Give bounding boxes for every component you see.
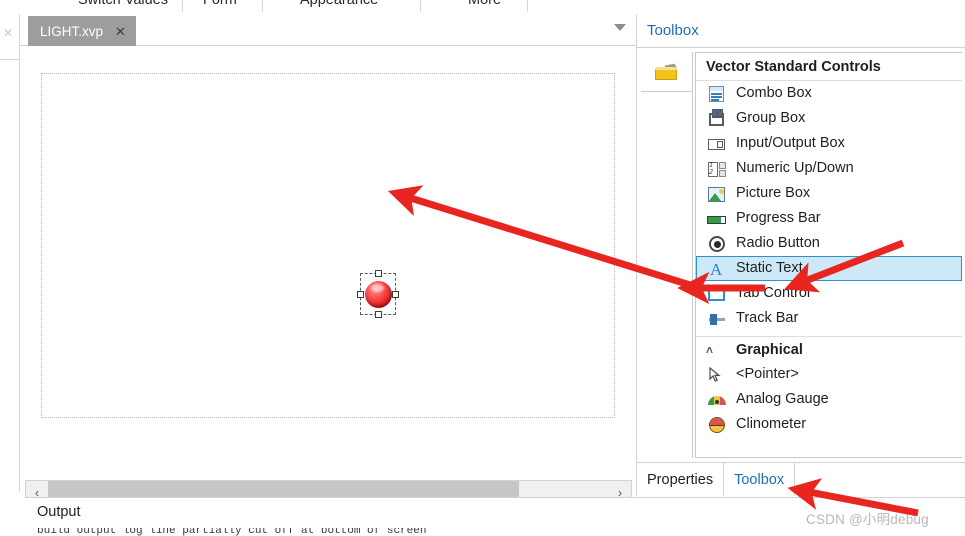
toolbox-item-input-output-box[interactable]: Input/Output Box xyxy=(696,131,962,156)
combo-box-icon xyxy=(706,85,728,103)
ribbon-strip: Switch Values Form Appearance More xyxy=(0,0,965,14)
static-text-icon: A xyxy=(710,259,723,279)
toolbox-item-label: Combo Box xyxy=(736,85,812,102)
toolbox-item-group-box[interactable]: XY Group Box xyxy=(696,106,962,131)
toolbox-icon xyxy=(654,62,680,82)
toolbox-item-label: Numeric Up/Down xyxy=(736,160,854,177)
toolbox-item-list[interactable]: Vector Standard Controls Combo Box XY Gr… xyxy=(695,52,962,458)
toolbox-item-label: Input/Output Box xyxy=(736,135,845,152)
ribbon-item-more[interactable]: More xyxy=(468,0,501,8)
toolbox-dock-body: Vector Standard Controls Combo Box XY Gr… xyxy=(637,48,965,462)
resize-handle-bottom[interactable] xyxy=(375,311,382,318)
toolbox-item-label: Tab Control xyxy=(736,285,811,302)
tab-control-icon xyxy=(706,285,728,303)
clinometer-icon xyxy=(706,416,728,434)
toolbox-dock-title: Toolbox xyxy=(647,22,699,39)
toolbox-item-label: Analog Gauge xyxy=(736,391,829,408)
ribbon-item-appearance[interactable]: Appearance xyxy=(300,0,378,8)
track-bar-icon xyxy=(706,310,728,328)
tab-toolbox[interactable]: Toolbox xyxy=(724,463,796,496)
left-dock-strip: ✕ xyxy=(0,14,20,492)
ribbon-separator xyxy=(420,0,421,12)
toolbox-vertical-tab[interactable] xyxy=(641,52,692,92)
watermark: CSDN @小明debug xyxy=(806,512,929,527)
tab-properties[interactable]: Properties xyxy=(637,463,725,496)
group-box-icon: XY xyxy=(706,108,728,128)
toolbox-item-label: Progress Bar xyxy=(736,210,821,227)
input-output-box-icon xyxy=(706,135,728,153)
editor-region: ✕ LIGHT.xvp ✕ ‹ › xyxy=(0,14,636,506)
ribbon-separator xyxy=(262,0,263,12)
toolbox-item-clinometer[interactable]: Clinometer xyxy=(696,412,962,437)
toolbox-item-numeric-up-down[interactable]: 12 Numeric Up/Down xyxy=(696,156,962,181)
left-strip-divider xyxy=(0,59,20,60)
toolbox-item-label: Picture Box xyxy=(736,185,811,202)
toolbox-item-radio-button[interactable]: Radio Button xyxy=(696,231,962,256)
ribbon-item-form[interactable]: Form xyxy=(203,0,237,8)
numeric-up-down-icon: 12 xyxy=(706,160,728,178)
resize-handle-left[interactable] xyxy=(357,291,364,298)
toolbox-vertical-tab-column xyxy=(641,52,693,458)
chevron-down-icon[interactable] xyxy=(614,24,626,31)
left-strip-close-icon[interactable]: ✕ xyxy=(3,26,13,40)
toolbox-item-label: <Pointer> xyxy=(736,366,799,383)
output-log-clipped: build output log line partially cut off … xyxy=(37,528,957,536)
toolbox-group-header-graphical[interactable]: ˄ Graphical xyxy=(696,336,962,362)
resize-handle-top[interactable] xyxy=(375,270,382,277)
led-highlight xyxy=(371,284,384,292)
form-design-canvas[interactable] xyxy=(21,46,636,480)
toolbox-dock: Toolbox Vector Standard Controls Combo B… xyxy=(636,14,965,496)
application-window: Switch Values Form Appearance More ✕ LIG… xyxy=(0,0,965,536)
toolbox-item-picture-box[interactable]: Picture Box xyxy=(696,181,962,206)
toolbox-item-track-bar[interactable]: Track Bar xyxy=(696,306,962,331)
toolbox-item-progress-bar[interactable]: Progress Bar xyxy=(696,206,962,231)
radio-button-icon xyxy=(706,235,728,253)
output-panel-title: Output xyxy=(37,504,81,520)
document-tab-light-xvp[interactable]: LIGHT.xvp ✕ xyxy=(28,16,136,46)
ribbon-separator xyxy=(182,0,183,12)
toolbox-item-analog-gauge[interactable]: Analog Gauge xyxy=(696,387,962,412)
resize-handle-right[interactable] xyxy=(392,291,399,298)
toolbox-item-combo-box[interactable]: Combo Box xyxy=(696,81,962,106)
red-led-indicator[interactable] xyxy=(357,270,399,318)
document-tab-strip: LIGHT.xvp ✕ xyxy=(20,14,636,46)
toolbox-item-label: Group Box xyxy=(736,110,806,127)
analog-gauge-icon xyxy=(706,391,728,409)
form-design-surface[interactable] xyxy=(41,73,615,418)
toolbox-item-tab-control[interactable]: Tab Control xyxy=(696,281,962,306)
toolbox-item-label: Clinometer xyxy=(736,416,807,433)
toolbox-item-label: Static Text xyxy=(736,260,803,277)
toolbox-group-label: Graphical xyxy=(736,341,803,358)
toolbox-item-label: Radio Button xyxy=(736,235,820,252)
toolbox-item-static-text[interactable]: A Static Text xyxy=(696,256,962,281)
toolbox-dock-header: Toolbox xyxy=(637,14,965,48)
progress-bar-icon xyxy=(706,210,728,228)
document-tab-label: LIGHT.xvp xyxy=(40,23,104,39)
dock-bottom-tabs: Properties Toolbox xyxy=(637,462,965,496)
toolbox-item-label: Track Bar xyxy=(736,310,799,327)
ribbon-separator xyxy=(527,0,528,12)
close-icon[interactable]: ✕ xyxy=(115,25,126,38)
toolbox-group-header-vector-standard-controls[interactable]: Vector Standard Controls xyxy=(696,53,962,81)
toolbox-item-pointer[interactable]: <Pointer> xyxy=(696,362,962,387)
ribbon-item-switch-values[interactable]: Switch Values xyxy=(78,0,168,8)
chevron-up-icon[interactable]: ˄ xyxy=(706,343,728,357)
picture-box-icon xyxy=(706,185,728,203)
pointer-icon xyxy=(706,366,728,384)
output-log-line: build output log line partially cut off … xyxy=(37,528,427,536)
